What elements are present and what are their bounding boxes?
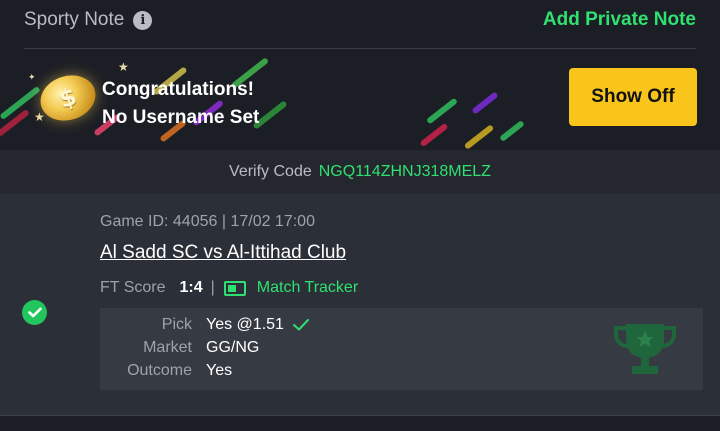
sparkle-icon: ✦: [28, 72, 36, 82]
ft-score-value: 1:4: [179, 279, 203, 296]
game-id: Game ID: 44056 | 17/02 17:00: [100, 213, 315, 230]
show-off-button[interactable]: Show Off: [569, 68, 697, 126]
verify-code-bar: Verify Code NGQ114ZHNJ318MELZ: [0, 150, 720, 194]
market-label: Market: [143, 339, 192, 356]
match-tracker-link[interactable]: Match Tracker: [257, 279, 358, 297]
outcome-value: Yes: [206, 362, 233, 379]
header: Sporty Note i Add Private Note ★ ★ ✦ $ C…: [0, 0, 720, 150]
sparkle-icon: ★: [118, 60, 129, 74]
match-teams-link[interactable]: Al Sadd SC vs Al-Ittihad Club: [100, 242, 346, 264]
add-private-note-button[interactable]: Add Private Note: [543, 9, 696, 31]
header-divider: [24, 48, 696, 49]
page-title: Sporty Note i: [24, 9, 153, 31]
decor-streak: [425, 97, 459, 125]
score-separator: |: [210, 279, 215, 296]
bottom-divider: [0, 415, 720, 416]
outcome-label: Outcome: [127, 362, 192, 379]
header-row: Sporty Note i Add Private Note: [0, 0, 720, 44]
check-circle-icon: [22, 300, 47, 325]
ft-score-label: FT Score: [100, 279, 166, 296]
trophy-icon: [614, 324, 676, 374]
decor-streak: [419, 122, 449, 148]
info-icon[interactable]: i: [133, 10, 153, 30]
congrats-line1: Congratulations!: [102, 79, 254, 100]
verify-code-value[interactable]: NGQ114ZHNJ318MELZ: [319, 163, 491, 181]
congrats-text: Congratulations! No Username Set: [102, 76, 259, 132]
decor-streak: [463, 124, 495, 150]
pick-value-wrap: Yes @1.51: [206, 316, 310, 334]
pick-label: Pick: [161, 316, 192, 333]
verify-code-label: Verify Code: [229, 163, 312, 180]
bet-ticket: Game ID: 44056 | 17/02 17:00 Al Sadd SC …: [0, 194, 720, 415]
market-value: GG/NG: [206, 339, 260, 356]
page-title-label: Sporty Note: [24, 9, 125, 30]
congrats-banner: ★ ★ ✦ $ Congratulations! No Username Set…: [0, 50, 720, 150]
score-row: FT Score 1:4 | Match Tracker: [100, 279, 358, 297]
bet-details: Pick Yes @1.51 Market GG/NG Outcome Yes: [100, 308, 703, 390]
pick-value: Yes @1.51: [206, 316, 284, 333]
congrats-line2: No Username Set: [102, 107, 260, 128]
match-tracker-icon[interactable]: [223, 280, 246, 296]
checkmark-icon: [292, 319, 309, 331]
decor-streak: [499, 120, 525, 142]
decor-streak: [471, 91, 499, 115]
